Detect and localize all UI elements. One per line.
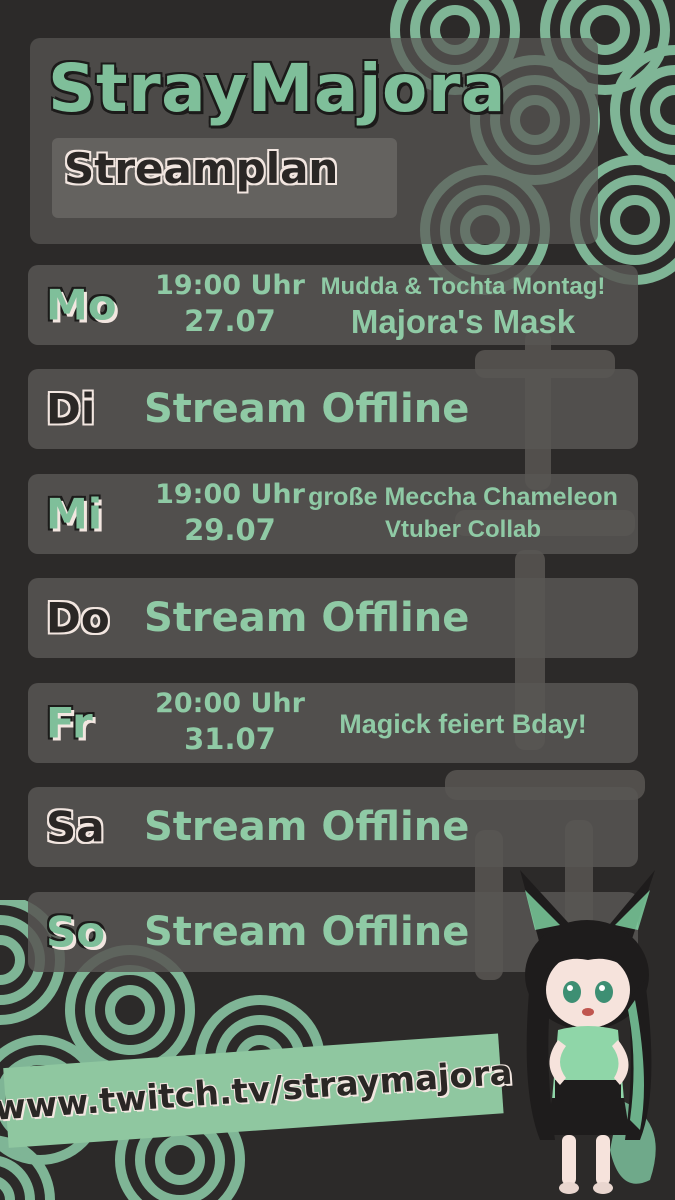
day-row-friday: Fr 20:00 Uhr 31.07 Magick feiert Bday! — [28, 683, 638, 763]
day-label: Mo — [46, 280, 117, 330]
twitch-url-link[interactable]: www.twitch.tv/straymajora — [0, 1053, 514, 1129]
schedule-subtitle: Streamplan — [52, 138, 397, 218]
day-row-tuesday: Di Stream Offline — [28, 369, 638, 449]
event-info: Mudda & Tochta Montag! Majora's Mask — [298, 271, 628, 341]
event-info: große Meccha Chameleon Vtuber Collab — [298, 480, 628, 546]
event-line1: Mudda & Tochta Montag! — [320, 273, 606, 300]
event-line2: Vtuber Collab — [384, 516, 541, 543]
day-row-thursday: Do Stream Offline — [28, 578, 638, 658]
stream-time: 19:00 Uhr 27.07 — [140, 269, 320, 339]
date-text: 27.07 — [184, 304, 276, 338]
day-label: Mi — [46, 489, 103, 539]
title-panel: StrayMajora Streamplan — [30, 38, 598, 244]
offline-status: Stream Offline — [144, 804, 470, 850]
date-text: 31.07 — [184, 722, 276, 756]
channel-title: StrayMajora — [48, 50, 506, 127]
stream-schedule-poster: StrayMajora Streamplan Mo 19:00 Uhr 27.0… — [0, 0, 675, 1200]
twitch-url-banner[interactable]: www.twitch.tv/straymajora — [0, 1033, 514, 1148]
chibi-fox-character — [520, 870, 656, 1194]
stream-time: 19:00 Uhr 29.07 — [140, 478, 320, 548]
event-line2: Majora's Mask — [350, 303, 576, 340]
time-text: 19:00 Uhr — [155, 270, 305, 301]
day-label: Fr — [46, 698, 93, 748]
day-label: Di — [46, 384, 96, 434]
offline-status: Stream Offline — [144, 386, 470, 432]
time-text: 20:00 Uhr — [155, 688, 305, 719]
day-label: Sa — [46, 802, 105, 852]
date-text: 29.07 — [184, 513, 276, 547]
event-line1: große Meccha Chameleon — [308, 483, 618, 511]
event-line1: Magick feiert Bday! — [339, 709, 587, 739]
day-row-wednesday: Mi 19:00 Uhr 29.07 große Meccha Chameleo… — [28, 474, 638, 554]
offline-status: Stream Offline — [144, 909, 470, 955]
time-text: 19:00 Uhr — [155, 479, 305, 510]
stream-time: 20:00 Uhr 31.07 — [140, 687, 320, 757]
day-row-monday: Mo 19:00 Uhr 27.07 Mudda & Tochta Montag… — [28, 265, 638, 345]
event-info: Magick feiert Bday! — [298, 707, 628, 741]
offline-status: Stream Offline — [144, 595, 470, 641]
day-label: So — [46, 907, 106, 957]
day-label: Do — [46, 593, 110, 643]
